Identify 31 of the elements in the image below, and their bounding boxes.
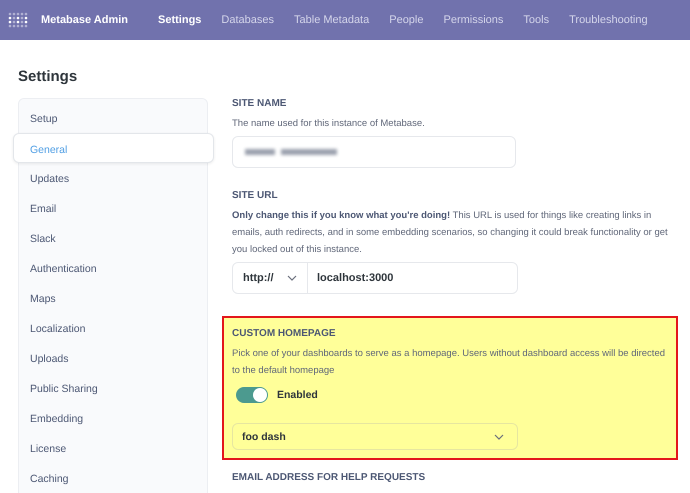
sidebar-item[interactable]: Updates <box>19 163 207 193</box>
section-title: SITE URL <box>232 190 279 201</box>
sidebar-item[interactable]: Slack <box>19 223 207 253</box>
section-description: Only change this if you know what you're doing! This URL is used for things like creating links in emails, auth redirects, and in some embedding scenarios, so changing it could break functionality or get you locked out of this instance. <box>232 209 669 257</box>
sidebar-item[interactable]: License <box>19 433 207 463</box>
sidebar-item[interactable]: Setup <box>19 103 207 133</box>
toggle-label: Enabled <box>277 389 318 401</box>
section-title: SITE NAME <box>232 98 288 109</box>
protocol-dropdown[interactable]: http:// <box>233 263 308 293</box>
sidebar-item[interactable]: Embedding <box>19 403 207 433</box>
section-description: Pick one of your dashboards to serve as a homepage. Users without dashboard access will be directed to the default homepage <box>232 347 666 378</box>
section-title: CUSTOM HOMEPAGE <box>232 328 337 339</box>
sidebar-item[interactable]: Caching <box>19 463 207 493</box>
url-value[interactable]: localhost:3000 <box>308 263 394 293</box>
site-name-field[interactable] <box>232 136 516 168</box>
section-description: The name used for this instance of Metabase. <box>232 117 426 131</box>
chevron-down-icon <box>494 434 504 440</box>
toggle-switch[interactable] <box>236 387 268 403</box>
nav-tab[interactable]: Settings <box>158 14 202 26</box>
section-title: EMAIL ADDRESS FOR HELP REQUESTS <box>232 472 426 483</box>
sidebar-item[interactable]: Authentication <box>19 253 207 283</box>
brand-name: Metabase Admin <box>41 14 128 26</box>
sidebar-item[interactable]: Uploads <box>19 343 207 373</box>
sidebar-item[interactable]: Maps <box>19 283 207 313</box>
sidebar-item[interactable]: Localization <box>19 313 207 343</box>
page-title: Settings <box>18 68 78 85</box>
logo-icon[interactable] <box>8 12 28 28</box>
dashboard-dropdown[interactable]: foo dash <box>232 423 518 450</box>
sidebar-item[interactable]: Email <box>19 193 207 223</box>
sidebar-item[interactable]: Public Sharing <box>19 373 207 403</box>
chevron-down-icon <box>287 275 297 281</box>
